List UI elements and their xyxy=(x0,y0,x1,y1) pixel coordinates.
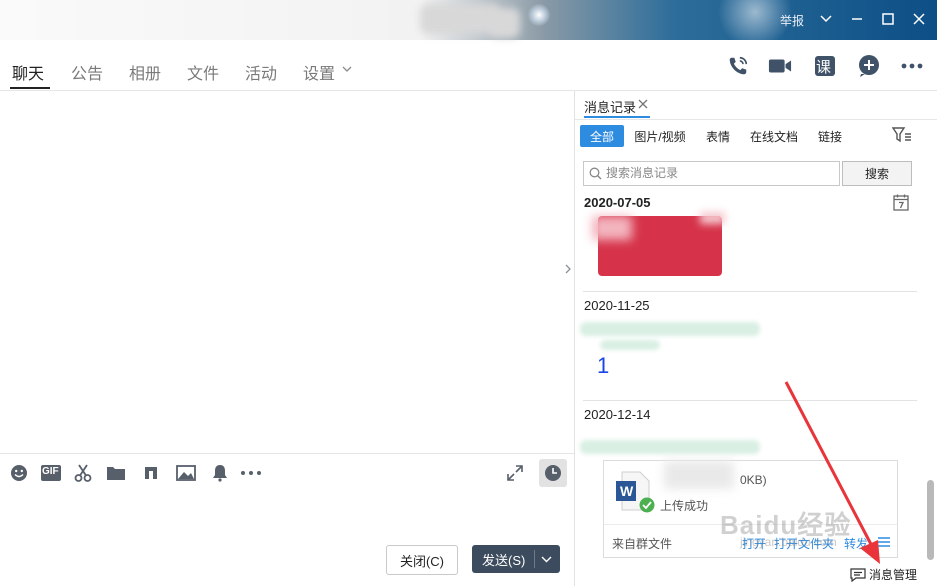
divider xyxy=(583,291,917,292)
search-button[interactable]: 搜索 xyxy=(842,161,912,186)
collapse-panel-icon[interactable] xyxy=(562,255,574,283)
report-link[interactable]: 举报 xyxy=(780,12,804,29)
date-label: 2020-07-05 xyxy=(584,195,651,210)
gif-label: GIF xyxy=(42,466,59,477)
file-source: 来自群文件 xyxy=(612,537,673,551)
active-tab-underline xyxy=(10,87,50,89)
emoji-icon[interactable] xyxy=(8,462,30,484)
tab-album[interactable]: 相册 xyxy=(129,60,161,84)
chat-message-area[interactable] xyxy=(0,91,574,586)
history-title[interactable]: 消息记录 xyxy=(584,97,636,116)
calendar-icon[interactable] xyxy=(893,194,909,211)
maximize-icon[interactable] xyxy=(877,8,899,30)
title-bar: 举报 xyxy=(0,0,937,40)
chat-bubble-icon xyxy=(850,567,866,582)
close-button[interactable]: 关闭(C) xyxy=(386,545,458,575)
blurred-title-fragment xyxy=(490,8,520,38)
tab-settings[interactable]: 设置 xyxy=(303,60,335,84)
search-icon xyxy=(589,167,602,180)
tab-announcement[interactable]: 公告 xyxy=(71,60,103,84)
search-box xyxy=(583,161,840,186)
history-clock-icon[interactable] xyxy=(539,459,567,487)
send-divider xyxy=(534,550,535,568)
history-tab-underline xyxy=(584,116,650,118)
expand-icon[interactable] xyxy=(504,462,526,484)
search-input[interactable] xyxy=(606,162,834,183)
file-size: 0KB) xyxy=(740,473,767,487)
blur-overlay xyxy=(700,212,725,224)
blurred-sender xyxy=(580,440,760,454)
phone-icon[interactable] xyxy=(726,54,750,78)
upload-status: 上传成功 xyxy=(660,499,709,513)
blurred-sender xyxy=(580,322,760,336)
tab-activity[interactable]: 活动 xyxy=(245,60,277,84)
more-icon[interactable] xyxy=(900,54,924,78)
add-app-icon[interactable] xyxy=(857,54,881,78)
filter-all[interactable]: 全部 xyxy=(580,125,624,147)
panel-splitter[interactable] xyxy=(574,91,575,586)
course-icon[interactable]: 课 xyxy=(813,54,837,78)
blurred-sender xyxy=(600,340,660,350)
message-management-button[interactable]: 消息管理 xyxy=(850,566,917,583)
svg-text:W: W xyxy=(620,483,634,499)
date-label: 2020-12-14 xyxy=(584,407,651,422)
upload-success-icon xyxy=(639,497,655,513)
filter-stickers[interactable]: 表情 xyxy=(700,125,736,147)
folder-icon[interactable] xyxy=(105,462,127,484)
gif-icon[interactable]: GIF xyxy=(40,462,62,484)
filter-online-docs[interactable]: 在线文档 xyxy=(746,125,802,147)
music-icon[interactable] xyxy=(140,462,162,484)
send-button-label: 发送(S) xyxy=(482,552,526,568)
annotation-arrow xyxy=(784,381,880,564)
blurred-title xyxy=(420,4,500,34)
send-options-chevron-icon[interactable] xyxy=(541,556,552,563)
close-history-icon[interactable] xyxy=(638,99,648,109)
filter-options-icon[interactable] xyxy=(892,127,912,143)
more-tools-icon[interactable] xyxy=(240,462,262,484)
blurred-filename xyxy=(664,461,734,489)
tab-chat[interactable]: 聊天 xyxy=(12,60,44,84)
dropdown-icon[interactable] xyxy=(815,8,837,30)
scissors-icon[interactable] xyxy=(72,462,94,484)
history-scrollbar[interactable] xyxy=(927,480,934,560)
settings-chevron-down-icon[interactable] xyxy=(342,66,352,73)
message-management-label: 消息管理 xyxy=(869,568,918,582)
close-window-icon[interactable] xyxy=(908,8,930,30)
video-icon[interactable] xyxy=(768,54,792,78)
bell-icon[interactable] xyxy=(209,462,231,484)
blur-overlay xyxy=(592,216,632,240)
tab-files[interactable]: 文件 xyxy=(187,60,219,84)
date-label: 2020-11-25 xyxy=(584,298,650,313)
filter-links[interactable]: 链接 xyxy=(812,125,848,147)
input-divider xyxy=(0,453,574,454)
image-icon[interactable] xyxy=(175,462,197,484)
message-text[interactable]: 1 xyxy=(597,353,609,379)
course-glyph: 课 xyxy=(816,59,832,76)
title-glow xyxy=(528,4,550,26)
minimize-icon[interactable] xyxy=(846,8,868,30)
filter-images-videos[interactable]: 图片/视频 xyxy=(630,125,690,147)
send-button[interactable]: 发送(S) xyxy=(472,545,560,573)
